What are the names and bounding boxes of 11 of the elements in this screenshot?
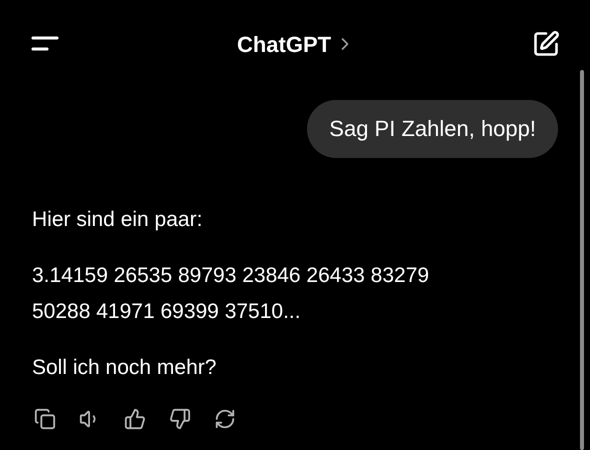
assistant-message-text: Soll ich noch mehr? — [32, 355, 218, 381]
new-chat-icon[interactable] — [532, 30, 560, 58]
copy-icon[interactable] — [34, 408, 56, 430]
user-message: Sag PI Zahlen, hopp! — [307, 100, 558, 158]
assistant-message-text: 3.14159 26535 89793 23846 26433 83279 50288 41971 69399 37510... — [32, 263, 430, 325]
regenerate-icon[interactable] — [214, 408, 236, 430]
thumbs-up-icon[interactable] — [124, 408, 146, 430]
assistant-message-text: Hier sind ein paar: — [32, 207, 204, 233]
header-title[interactable]: ChatGPT — [236, 28, 332, 60]
scrollbar[interactable] — [580, 70, 584, 450]
thumbs-down-icon[interactable] — [169, 408, 191, 430]
